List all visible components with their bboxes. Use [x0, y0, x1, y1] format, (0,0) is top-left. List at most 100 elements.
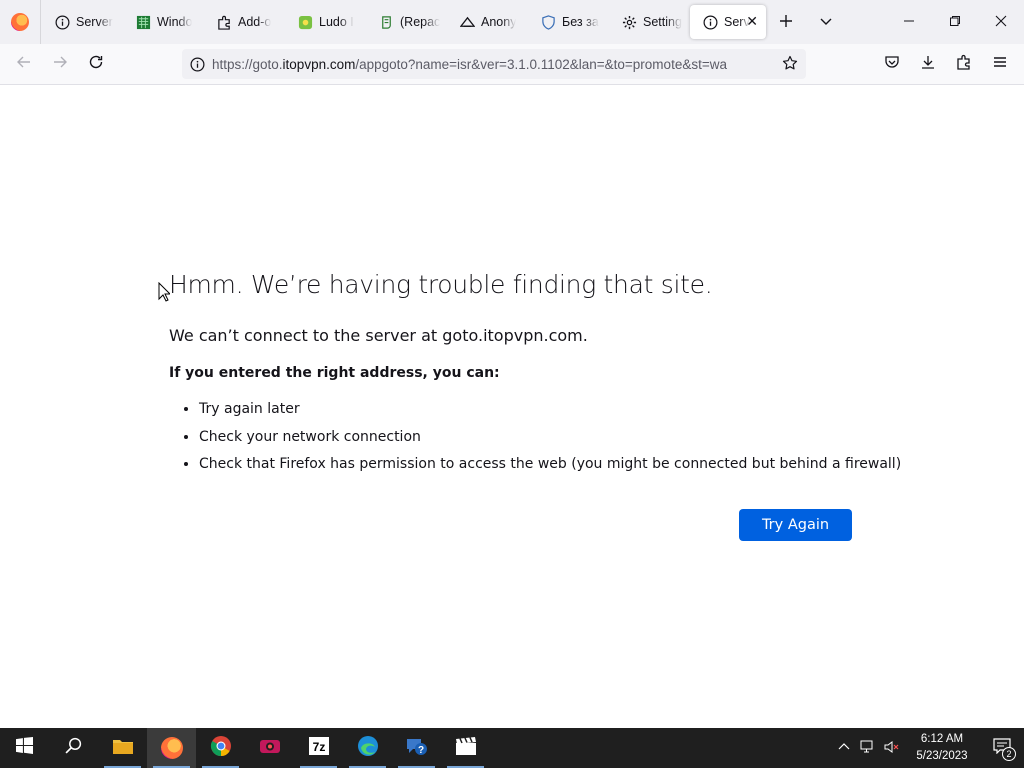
firefox-view-button[interactable]: [0, 0, 40, 44]
taskbar-chrome[interactable]: [196, 728, 245, 768]
taskbar-video-recorder[interactable]: [245, 728, 294, 768]
app-menu-button[interactable]: [982, 48, 1018, 80]
suggestion-item: Check your network connection: [199, 427, 901, 455]
url-bar[interactable]: https://goto.itopvpn.com/appgoto?name=is…: [182, 49, 806, 79]
suggestion-item: Check that Firefox has permission to acc…: [199, 454, 901, 482]
error-description: We can’t connect to the server at goto.i…: [169, 326, 588, 345]
url-text[interactable]: https://goto.itopvpn.com/appgoto?name=is…: [212, 57, 772, 72]
help-icon: ?: [405, 735, 429, 762]
info-icon: [702, 14, 718, 30]
tab-label: Setting: [643, 15, 682, 29]
firefox-icon: [11, 13, 29, 31]
extensions-button[interactable]: [946, 48, 982, 80]
site-info-icon[interactable]: [182, 57, 212, 72]
show-hidden-icons-button[interactable]: [832, 728, 856, 768]
hamburger-menu-icon: [992, 54, 1008, 75]
chevron-down-icon: [819, 12, 833, 33]
edge-icon: [357, 735, 379, 762]
pocket-button[interactable]: [874, 48, 910, 80]
tab-settings[interactable]: Setting: [609, 5, 689, 39]
clock-time: 6:12 AM: [920, 733, 964, 745]
tab-bez-zagolovka[interactable]: Без за: [528, 5, 608, 39]
toolbar-right: [874, 48, 1018, 80]
back-button[interactable]: [6, 48, 42, 80]
svg-text:?: ?: [417, 745, 423, 756]
gear-icon: [621, 14, 637, 30]
network-button[interactable]: [856, 728, 880, 768]
url-domain: itopvpn.com: [282, 56, 356, 72]
7zip-icon: 7z: [308, 736, 330, 761]
taskbar-7zip[interactable]: 7z: [294, 728, 343, 768]
error-title: Hmm. We’re having trouble finding that s…: [169, 270, 713, 299]
restore-icon: [949, 14, 961, 30]
suggestion-item: Try again later: [199, 399, 901, 427]
close-icon: [995, 14, 1007, 30]
close-window-button[interactable]: [978, 0, 1024, 44]
file-explorer-icon: [112, 737, 134, 760]
info-icon: [54, 14, 70, 30]
new-tab-button[interactable]: [766, 0, 806, 44]
error-subtitle: If you entered the right address, you ca…: [169, 365, 500, 381]
tab-label: Windo: [157, 15, 193, 29]
taskbar-clapper[interactable]: [441, 728, 490, 768]
suggestion-list: Try again later Check your network conne…: [199, 399, 901, 482]
url-path: /appgoto?name=isr&ver=3.1.0.1102&lan=&to…: [355, 56, 727, 72]
error-page: Hmm. We’re having trouble finding that s…: [0, 86, 1024, 728]
shield-icon: [540, 14, 556, 30]
tab-server[interactable]: Server: [42, 5, 122, 39]
volume-button[interactable]: [880, 728, 904, 768]
network-icon: [860, 740, 876, 757]
search-button[interactable]: [49, 728, 98, 768]
start-button[interactable]: [0, 728, 49, 768]
clock[interactable]: 6:12 AM 5/23/2023: [904, 731, 980, 765]
close-tab-icon[interactable]: ✕: [746, 13, 758, 30]
volume-muted-icon: [884, 740, 900, 757]
tab-strip: Server Windo Add-o Ludo I (Repac Anony Б…: [0, 0, 1024, 44]
anonymous-icon: [459, 14, 475, 30]
minimize-icon: [903, 14, 915, 30]
windows-app-icon: [135, 14, 151, 30]
tab-repack[interactable]: (Repac: [366, 5, 446, 39]
navigation-toolbar: https://goto.itopvpn.com/appgoto?name=is…: [0, 44, 1024, 85]
taskbar-file-explorer[interactable]: [98, 728, 147, 768]
list-all-tabs-button[interactable]: [806, 0, 846, 44]
reload-icon: [88, 54, 104, 75]
puzzle-icon: [216, 14, 232, 30]
tab-label: Server: [76, 15, 113, 29]
svg-text:7z: 7z: [312, 740, 325, 754]
taskbar-help[interactable]: ?: [392, 728, 441, 768]
taskbar-firefox[interactable]: [147, 728, 196, 768]
tab-server-active[interactable]: Serv ✕: [690, 5, 766, 39]
url-prefix: https://goto.: [212, 56, 283, 72]
taskbar: 7z ? 6:12 AM 5/23/2023 2: [0, 728, 1024, 768]
firefox-icon: [160, 737, 183, 759]
mouse-cursor-icon: [158, 281, 172, 307]
try-again-button[interactable]: Try Again: [739, 509, 852, 541]
back-arrow-icon: [16, 54, 32, 75]
ludo-icon: [297, 14, 313, 30]
forward-button[interactable]: [42, 48, 78, 80]
plus-icon: [779, 12, 793, 33]
taskbar-edge[interactable]: [343, 728, 392, 768]
reload-button[interactable]: [78, 48, 114, 80]
bookmark-star-icon[interactable]: [782, 55, 798, 76]
clapper-icon: [455, 736, 477, 761]
tab-addons[interactable]: Add-o: [204, 5, 284, 39]
tab-label: (Repac: [400, 15, 441, 29]
tab-label: Anony: [481, 15, 517, 29]
download-icon: [920, 54, 936, 75]
system-tray: 6:12 AM 5/23/2023 2: [832, 728, 1024, 768]
video-recorder-icon: [259, 736, 281, 761]
forward-arrow-icon: [52, 54, 68, 75]
tab-ludo[interactable]: Ludo I: [285, 5, 365, 39]
pocket-icon: [884, 54, 900, 75]
action-center-button[interactable]: 2: [980, 728, 1024, 768]
downloads-button[interactable]: [910, 48, 946, 80]
tab-divider: [40, 0, 41, 44]
notification-badge: 2: [1002, 747, 1016, 761]
tab-anonymous[interactable]: Anony: [447, 5, 527, 39]
minimize-button[interactable]: [886, 0, 932, 44]
tab-windows[interactable]: Windo: [123, 5, 203, 39]
restore-button[interactable]: [932, 0, 978, 44]
tab-label: Ludo I: [319, 15, 354, 29]
